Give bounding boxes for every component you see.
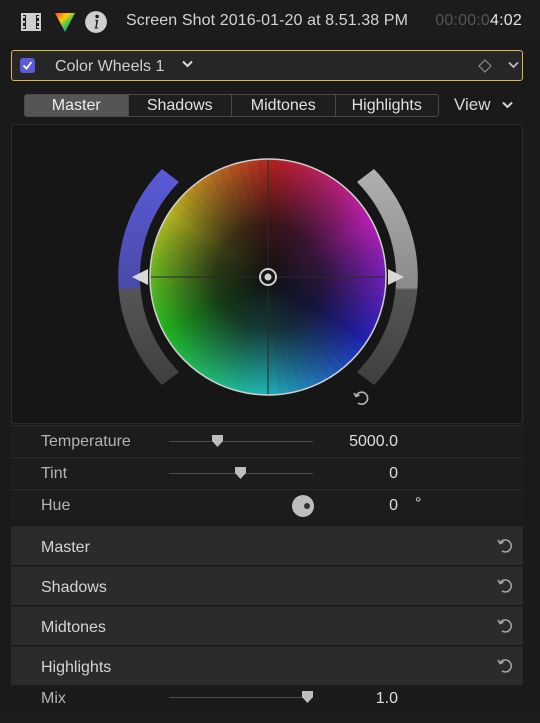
mix-slider-thumb[interactable] xyxy=(302,691,313,703)
mix-row: Mix 1.0 xyxy=(11,685,523,712)
mix-label: Mix xyxy=(41,690,66,707)
tint-value[interactable]: 0 xyxy=(389,465,398,483)
timecode-value: 4:02 xyxy=(490,12,522,29)
chevron-down-icon[interactable] xyxy=(508,61,519,69)
section-master-label: Master xyxy=(41,539,90,556)
view-menu[interactable]: View xyxy=(454,95,513,115)
inspector-header: Screen Shot 2016-01-20 at 8.51.38 PM 00:… xyxy=(0,0,540,44)
reset-icon[interactable] xyxy=(353,391,369,405)
section-master[interactable]: Master xyxy=(11,526,523,565)
chevron-down-icon xyxy=(502,101,513,109)
hue-row: Hue 0 ° xyxy=(11,489,523,520)
tint-row: Tint 0 xyxy=(11,457,523,488)
tab-shadows[interactable]: Shadows xyxy=(129,95,232,116)
temperature-row: Temperature 5000.0 xyxy=(11,425,523,456)
timecode: 00:00:04:02 xyxy=(435,12,522,30)
panel-bottom-edge xyxy=(0,712,540,723)
effect-enable-checkbox[interactable] xyxy=(20,58,35,73)
reset-icon[interactable] xyxy=(497,578,513,594)
reset-icon[interactable] xyxy=(497,658,513,674)
section-midtones-label: Midtones xyxy=(41,619,106,636)
tint-label: Tint xyxy=(41,465,68,482)
effect-name[interactable]: Color Wheels 1 xyxy=(55,58,164,76)
reset-icon[interactable] xyxy=(497,618,513,634)
tab-master[interactable]: Master xyxy=(25,95,129,116)
film-icon[interactable] xyxy=(19,10,43,34)
temperature-label: Temperature xyxy=(41,433,131,450)
temperature-slider-thumb[interactable] xyxy=(212,435,223,447)
info-icon[interactable] xyxy=(84,10,108,34)
mix-value[interactable]: 1.0 xyxy=(376,690,398,708)
hue-value[interactable]: 0 xyxy=(389,497,398,515)
view-menu-label: View xyxy=(454,95,491,114)
section-shadows-label: Shadows xyxy=(41,579,107,596)
hue-label: Hue xyxy=(41,497,71,514)
tab-midtones[interactable]: Midtones xyxy=(232,95,336,116)
section-midtones[interactable]: Midtones xyxy=(11,606,523,645)
color-inspector-icon[interactable] xyxy=(53,10,77,34)
clip-title: Screen Shot 2016-01-20 at 8.51.38 PM xyxy=(126,12,409,29)
reset-icon[interactable] xyxy=(497,538,513,554)
hue-knob[interactable] xyxy=(292,495,314,517)
keyframe-diamond-icon[interactable] xyxy=(478,59,492,73)
mix-slider[interactable] xyxy=(169,697,313,698)
section-shadows[interactable]: Shadows xyxy=(11,566,523,605)
color-wheel-panel xyxy=(11,124,523,424)
hue-unit: ° xyxy=(415,495,422,512)
temperature-slider[interactable] xyxy=(169,441,313,442)
tab-highlights[interactable]: Highlights xyxy=(336,95,439,116)
wheel-tabs: Master Shadows Midtones Highlights xyxy=(24,94,439,117)
tint-slider-thumb[interactable] xyxy=(235,467,246,479)
section-highlights[interactable]: Highlights xyxy=(11,646,523,685)
timecode-leading: 00:00:0 xyxy=(435,12,491,29)
temperature-value[interactable]: 5000.0 xyxy=(349,433,398,451)
chevron-down-icon[interactable] xyxy=(182,60,193,68)
section-highlights-label: Highlights xyxy=(41,659,112,676)
checkbox-icon xyxy=(22,61,33,70)
effect-header[interactable]: Color Wheels 1 xyxy=(11,50,523,81)
